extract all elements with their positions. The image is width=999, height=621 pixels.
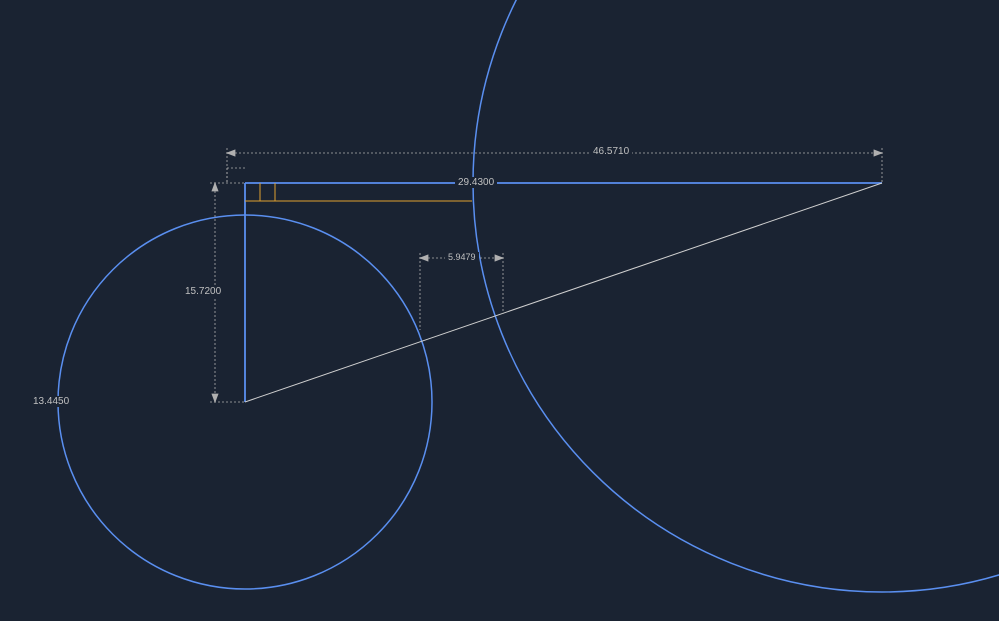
dim-top-segment: 29.4300 (455, 177, 497, 188)
dim-vertical-left: 15.7200 (182, 286, 224, 297)
dim-mid-small: 5.9479 (445, 252, 479, 262)
dimension-arrows (50, 150, 882, 405)
hypotenuse-line[interactable] (245, 183, 882, 402)
dim-left-radius: 13.4450 (30, 396, 72, 407)
dim-top-width: 46.5710 (590, 146, 632, 157)
cad-canvas[interactable] (0, 0, 999, 621)
